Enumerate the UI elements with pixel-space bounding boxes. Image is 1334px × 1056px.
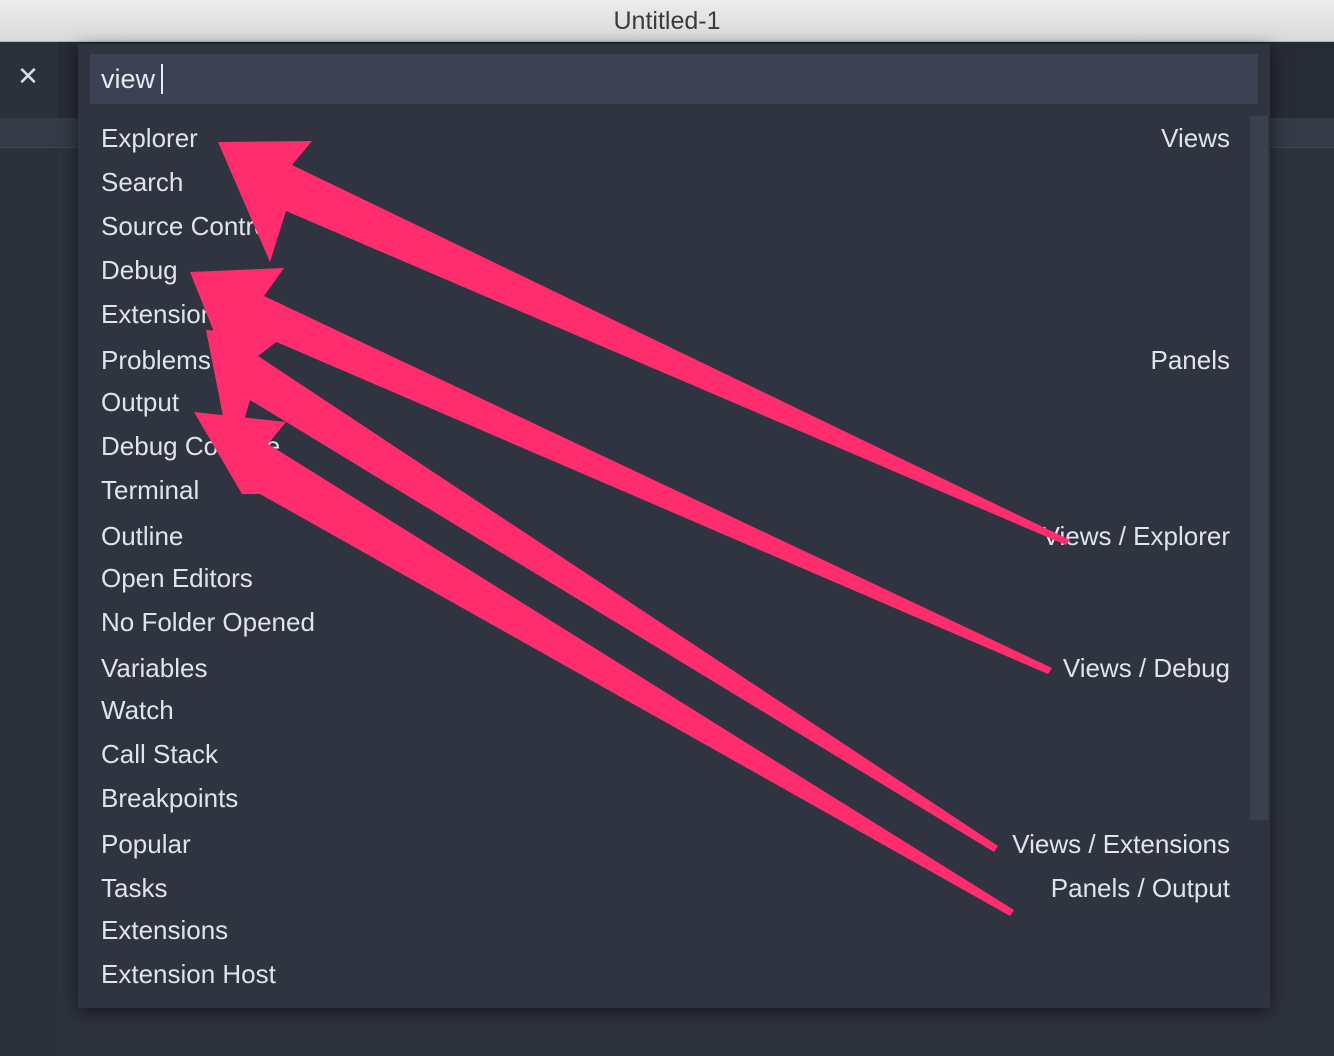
list-item[interactable]: Debug Console <box>78 424 1250 468</box>
list-item[interactable]: Call Stack <box>78 732 1250 776</box>
list-item[interactable]: Tasks Panels / Output <box>78 866 1250 910</box>
list-item-label: Output <box>101 386 180 417</box>
list-item-label: Popular <box>101 828 191 859</box>
list-item[interactable]: Open Editors <box>78 556 1250 600</box>
list-item-label: Open Editors <box>101 562 253 593</box>
list-item[interactable]: Terminal <box>78 468 1250 512</box>
list-item[interactable]: Explorer Views <box>78 116 1250 160</box>
list-item[interactable]: Output <box>78 380 1250 424</box>
list-item-label: Tasks <box>101 872 168 903</box>
list-item[interactable]: Outline Views / Explorer <box>78 514 1250 558</box>
list-item-label: Call Stack <box>101 738 219 769</box>
list-item-label: Extension Host <box>101 958 276 989</box>
list-item[interactable]: No Folder Opened <box>78 600 1250 644</box>
list-item[interactable]: Extension Host <box>78 952 1250 996</box>
list-item-label: Debug <box>101 254 178 285</box>
list-item-group: Views / Extensions <box>1012 828 1230 859</box>
list-item-label: Extensions <box>101 914 229 945</box>
list-item-label: Breakpoints <box>101 782 239 813</box>
left-strip <box>0 42 58 1056</box>
quick-open-list: Explorer Views Search Source Control Debug Ex… <box>78 114 1270 1008</box>
search-input-value: view <box>101 63 156 94</box>
list-item-group: Views <box>1161 122 1230 153</box>
list-item-group: Panels <box>1150 344 1231 375</box>
list-item[interactable]: Popular Views / Extensions <box>78 822 1250 866</box>
list-item-label: Variables <box>101 652 208 683</box>
list-item[interactable]: Breakpoints <box>78 776 1250 820</box>
list-item[interactable]: Variables Views / Debug <box>78 646 1250 690</box>
list-item-group: Panels / Output <box>1050 872 1230 903</box>
command-palette: view Explorer Views Search Source Control De… <box>78 44 1270 1008</box>
list-item-label: Explorer <box>101 122 198 153</box>
list-scrollbar[interactable] <box>1250 116 1268 820</box>
list-item[interactable]: Watch <box>78 688 1250 732</box>
list-item[interactable]: Problems Panels <box>78 338 1250 382</box>
list-item-label: Problems <box>101 344 211 375</box>
list-item-label: Extensions <box>101 298 229 329</box>
list-item-group: Views / Debug <box>1062 652 1230 683</box>
list-item-label: Source Control <box>101 210 275 241</box>
list-item-label: Outline <box>101 520 184 551</box>
list-item-group: Views / Explorer <box>1042 520 1230 551</box>
list-item[interactable]: Debug <box>78 248 1250 292</box>
list-item[interactable]: Search <box>78 160 1250 204</box>
search-input[interactable]: view <box>90 54 1258 104</box>
list-item-label: Search <box>101 166 184 197</box>
list-item-label: Watch <box>101 694 174 725</box>
close-icon[interactable]: ✕ <box>14 62 42 90</box>
list-item[interactable]: Source Control <box>78 204 1250 248</box>
text-caret <box>161 64 164 94</box>
list-item[interactable]: Extensions <box>78 292 1250 336</box>
list-item-label: Debug Console <box>101 430 281 461</box>
list-item[interactable]: Extensions <box>78 908 1250 952</box>
window-title: Untitled-1 <box>0 0 1334 42</box>
list-item-label: Terminal <box>101 474 200 505</box>
list-item-label: No Folder Opened <box>101 606 315 637</box>
